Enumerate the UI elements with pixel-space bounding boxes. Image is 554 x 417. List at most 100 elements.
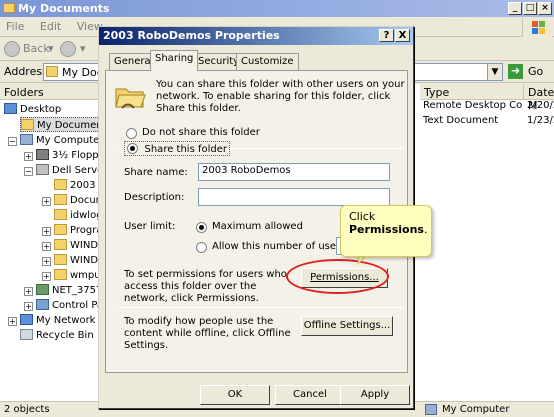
offline-settings-button[interactable]: Offline Settings... [301, 316, 393, 336]
forward-dropdown-icon[interactable]: ▾ [80, 42, 86, 55]
do-not-share-label[interactable]: Do not share this folder [142, 127, 260, 138]
file-type-cell[interactable]: Remote Desktop Co... [423, 100, 523, 114]
do-not-share-radio[interactable] [126, 128, 137, 139]
file-date-cell[interactable]: 2/20/2 [527, 100, 554, 114]
tree-item-my-documents[interactable]: My Documen [20, 117, 106, 132]
folders-header: Folders [0, 84, 100, 100]
share-this-folder-radio[interactable] [127, 143, 138, 154]
expand-icon[interactable]: + [42, 272, 51, 281]
computer-icon [425, 404, 437, 415]
column-header-date[interactable]: Date M [524, 84, 554, 112]
network-drive-icon [36, 284, 49, 295]
tab-customize[interactable]: Customize [236, 53, 299, 70]
folder-icon [46, 66, 58, 77]
dialog-title: 2003 RoboDemos Properties [103, 29, 280, 42]
folder-icon [54, 179, 67, 190]
back-dropdown-icon[interactable]: ▾ [48, 42, 54, 55]
folder-icon [21, 119, 34, 130]
tree-item-2003[interactable]: 2003 [54, 178, 95, 193]
expand-icon[interactable]: + [24, 287, 33, 296]
tree-item-desktop[interactable]: Desktop [4, 102, 61, 117]
status-location: My Computer [442, 404, 510, 415]
folder-icon [54, 194, 67, 205]
tab-sharing[interactable]: Sharing [150, 50, 199, 71]
maximum-allowed-radio[interactable] [196, 222, 207, 233]
tree-item-recycle-bin[interactable]: Recycle Bin [20, 328, 94, 343]
forward-arrow-icon[interactable] [60, 41, 76, 57]
back-arrow-icon[interactable] [4, 41, 20, 57]
instruction-callout: Click Permissions. [340, 205, 432, 257]
user-limit-label: User limit: [124, 221, 176, 232]
expand-icon[interactable]: + [24, 302, 33, 311]
go-label: Go [528, 65, 544, 78]
computer-icon [20, 134, 33, 145]
tree-item-my-computer[interactable]: My Computer [20, 133, 103, 148]
share-this-folder-option[interactable]: Share this folder [124, 141, 230, 156]
permissions-text: To set permissions for users who access … [124, 269, 287, 304]
expand-icon[interactable]: + [42, 197, 51, 206]
tree-item-windows-1[interactable]: WIND [54, 238, 98, 253]
folder-icon [54, 269, 67, 280]
file-type-cell[interactable]: Text Document [423, 115, 523, 129]
file-date-cell[interactable]: 1/23/2 [527, 115, 554, 129]
tree-item-control-panel[interactable]: Control Pa [36, 298, 103, 313]
collapse-icon[interactable]: − [8, 137, 17, 146]
dialog-close-button[interactable]: X [395, 29, 410, 42]
explorer-title-bar: My Documents _ □ × [0, 0, 554, 17]
windows-flag-icon [532, 21, 545, 34]
share-name-input[interactable]: 2003 RoboDemos [198, 163, 390, 181]
address-dropdown-icon[interactable]: ▼ [487, 64, 502, 80]
close-icon[interactable]: × [538, 2, 552, 15]
divider [118, 307, 404, 308]
drive-icon [36, 164, 49, 175]
dialog-title-bar: 2003 RoboDemos Properties ? X [99, 27, 413, 45]
minimize-icon[interactable]: _ [508, 2, 522, 15]
folder-icon [54, 209, 67, 220]
recycle-bin-icon [20, 329, 33, 340]
explorer-title: My Documents [18, 2, 110, 15]
expand-icon[interactable]: + [8, 317, 17, 326]
expand-icon[interactable]: + [42, 227, 51, 236]
description-label: Description: [124, 192, 185, 203]
allow-users-label[interactable]: Allow this number of users: [212, 241, 349, 252]
offline-text: To modify how people use the content whi… [124, 316, 291, 351]
expand-icon[interactable]: + [42, 257, 51, 266]
tree-item-floppy[interactable]: 3½ Flopp [36, 148, 99, 163]
permissions-button[interactable]: Permissions... [301, 268, 388, 288]
menu-edit[interactable]: Edit [34, 17, 67, 33]
folders-pane[interactable]: Folders Desktop My Documen − My Computer… [0, 84, 106, 401]
windows-logo [522, 18, 552, 37]
folder-icon [54, 239, 67, 250]
tree-item-wmpub[interactable]: wmpu [54, 268, 101, 283]
maximum-allowed-label[interactable]: Maximum allowed [212, 221, 303, 232]
go-arrow-icon: ➜ [508, 64, 523, 79]
tree-item-program-files[interactable]: Progra [54, 223, 102, 238]
collapse-icon[interactable]: − [24, 167, 33, 176]
share-name-label: Share name: [124, 167, 188, 178]
maximize-icon[interactable]: □ [523, 2, 537, 15]
go-button[interactable]: ➜ Go [508, 63, 552, 81]
column-header-type[interactable]: Type [420, 84, 524, 100]
tree-item-windows-2[interactable]: WIND [54, 253, 98, 268]
tree-item-net-drive[interactable]: NET_3757 [36, 283, 102, 298]
desktop-icon [4, 103, 17, 114]
cancel-button[interactable]: Cancel [275, 385, 345, 405]
menu-file[interactable]: File [0, 17, 30, 33]
folder-icon [54, 224, 67, 235]
tree-item-idwlog[interactable]: idwlog [54, 208, 103, 223]
help-button[interactable]: ? [379, 29, 394, 42]
folder-icon [3, 3, 15, 13]
back-button-label[interactable]: Back [23, 42, 50, 55]
folder-icon [54, 254, 67, 265]
callout-line-1: Click [349, 210, 376, 223]
expand-icon[interactable]: + [42, 242, 51, 251]
tree-item-dell-server[interactable]: Dell Serve [36, 163, 103, 178]
apply-button[interactable]: Apply [340, 385, 410, 405]
ok-button[interactable]: OK [200, 385, 270, 405]
tree-item-my-network-places[interactable]: My Network P [20, 313, 105, 328]
share-this-folder-label[interactable]: Share this folder [145, 144, 228, 155]
expand-icon[interactable]: + [24, 152, 33, 161]
description-input[interactable] [198, 188, 390, 206]
control-panel-icon [36, 299, 49, 310]
allow-users-radio[interactable] [196, 242, 207, 253]
